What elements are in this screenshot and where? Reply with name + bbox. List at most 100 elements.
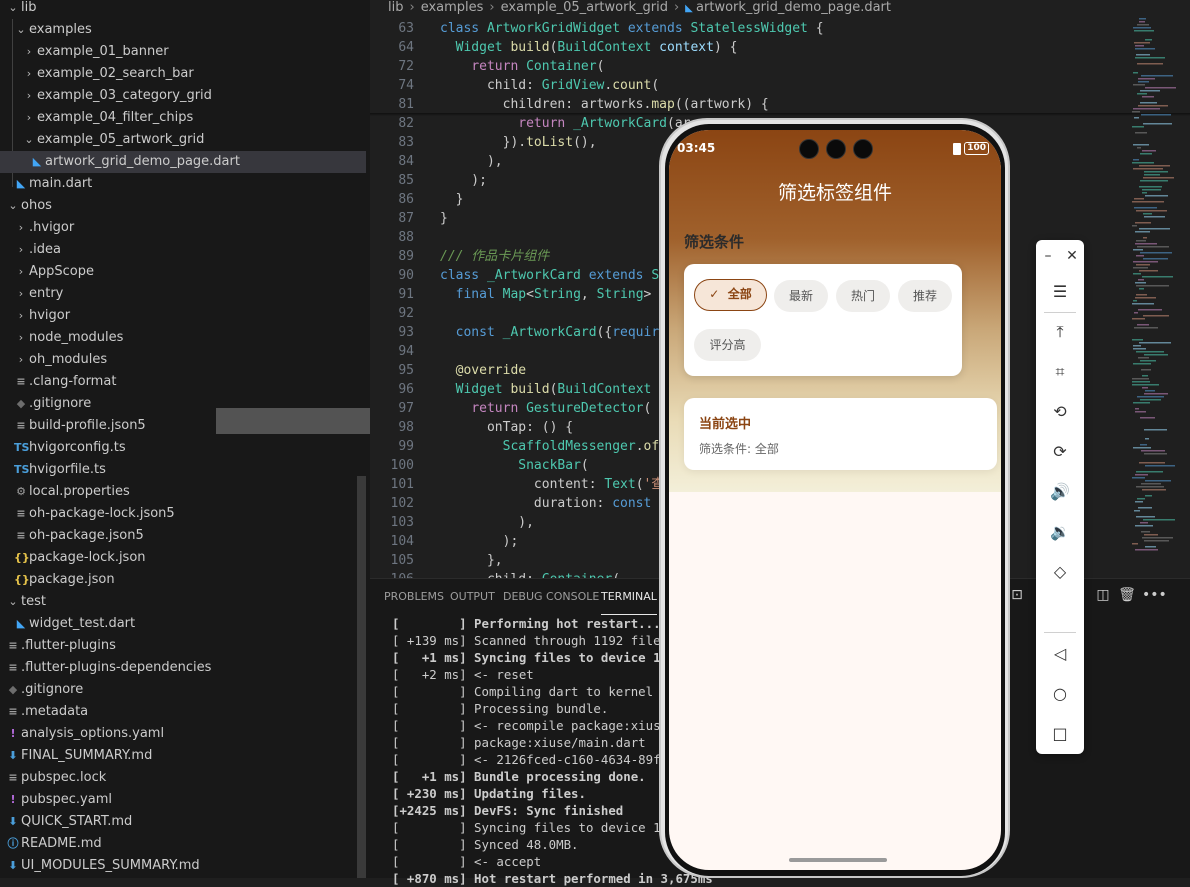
tree-file[interactable]: ≡ .metadata: [0, 701, 366, 723]
code-token: .: [635, 439, 644, 454]
rotate-left-icon[interactable]: ⟲: [1036, 400, 1084, 424]
phone-screen[interactable]: 03:45 100 筛选标签组件 筛选条件 ✓ 全部 最新 热门 推荐 评分高 …: [669, 130, 1001, 870]
more-icon[interactable]: •••: [1142, 587, 1167, 603]
tree-folder[interactable]: › node_modules: [0, 327, 366, 349]
tree-folder[interactable]: › example_03_category_grid: [0, 85, 366, 107]
code-token: of: [643, 439, 660, 454]
file-type-icon: ⬇: [8, 859, 18, 872]
panel-tab-problems[interactable]: PROBLEMS: [384, 579, 444, 615]
recents-icon[interactable]: □: [1036, 722, 1084, 746]
tree-file[interactable]: {} package.json: [0, 569, 366, 591]
tree-file[interactable]: ≡ oh-package.json5: [0, 525, 366, 547]
chip-top-rated[interactable]: 评分高: [694, 329, 761, 361]
panel-tab-debug-console[interactable]: DEBUG CONSOLE: [503, 579, 599, 615]
code-line[interactable]: 64 Widget build(BuildContext context) {: [370, 38, 1190, 57]
chip-latest[interactable]: 最新: [774, 280, 828, 312]
home-icon[interactable]: ○: [1036, 682, 1084, 706]
tree-folder[interactable]: ⌄ example_05_artwork_grid: [0, 129, 366, 151]
tree-folder[interactable]: › example_04_filter_chips: [0, 107, 366, 129]
tree-folder[interactable]: › AppScope: [0, 261, 366, 283]
tree-file[interactable]: {} package-lock.json: [0, 547, 366, 569]
tree-folder[interactable]: ⌄ test: [0, 591, 366, 613]
tree-folder[interactable]: › example_02_search_bar: [0, 63, 366, 85]
tree-item-label: entry: [29, 286, 64, 301]
tree-folder[interactable]: › .hvigor: [0, 217, 366, 239]
explorer-scrollbar[interactable]: [357, 476, 366, 878]
home-indicator[interactable]: [789, 858, 887, 862]
tree-folder[interactable]: › entry: [0, 283, 366, 305]
code-line[interactable]: 72 return Container(: [370, 57, 1190, 76]
chevron-right-icon: ›: [26, 67, 32, 80]
volume-down-icon[interactable]: 🔉: [1036, 520, 1084, 544]
volume-up-icon[interactable]: 🔊: [1036, 480, 1084, 504]
code-text: content: Text('查: [440, 475, 664, 494]
tree-folder[interactable]: ⌄ ohos: [0, 195, 366, 217]
breadcrumb-item[interactable]: example_05_artwork_grid: [501, 0, 668, 15]
tree-folder[interactable]: › oh_modules: [0, 349, 366, 371]
shake-icon[interactable]: ◇: [1036, 560, 1084, 584]
tree-file[interactable]: ! analysis_options.yaml: [0, 723, 366, 745]
tree-folder[interactable]: › example_01_banner: [0, 41, 366, 63]
tree-item-label: QUICK_START.md: [21, 814, 133, 829]
chip-recommend[interactable]: 推荐: [898, 280, 952, 312]
code-token: }: [440, 211, 448, 226]
chip-hot[interactable]: 热门: [836, 280, 890, 312]
tree-file[interactable]: ◆ .gitignore: [0, 679, 366, 701]
file-type-icon: ≡: [16, 419, 26, 432]
pin-top-icon[interactable]: ⤒: [1036, 320, 1084, 344]
line-number: 94: [398, 344, 414, 359]
tree-item-label: pubspec.lock: [21, 770, 107, 785]
tree-folder[interactable]: ⌄ lib: [0, 0, 366, 19]
tree-file[interactable]: ≡ .flutter-plugins-dependencies: [0, 657, 366, 679]
panel-tab-output[interactable]: OUTPUT: [450, 579, 495, 615]
code-text: class _ArtworkCard extends St: [440, 266, 667, 285]
code-text: return Container(: [440, 57, 604, 76]
tree-file[interactable]: ≡ .flutter-plugins: [0, 635, 366, 657]
tree-file[interactable]: ≡ oh-package-lock.json5: [0, 503, 366, 525]
back-icon[interactable]: ◁: [1036, 642, 1084, 666]
tree-folder[interactable]: › hvigor: [0, 305, 366, 327]
breadcrumb-item[interactable]: lib: [388, 0, 403, 15]
tree-file[interactable]: ⬇ UI_MODULES_SUMMARY.md: [0, 855, 366, 877]
terminal-icon[interactable]: ⊡: [1008, 587, 1026, 603]
code-line[interactable]: 81 children: artworks.map((artwork) {: [370, 95, 1190, 114]
code-text: }).toList(),: [440, 133, 597, 152]
result-title: 当前选中: [699, 417, 752, 432]
chip-all[interactable]: ✓ 全部: [694, 279, 767, 311]
tree-file[interactable]: ◣ widget_test.dart: [0, 613, 366, 635]
tree-file[interactable]: TS hvigorconfig.ts: [0, 437, 366, 459]
panel-tab-terminal[interactable]: TERMINAL: [601, 579, 657, 615]
tree-file[interactable]: ⓘ README.md: [0, 833, 366, 855]
tree-file[interactable]: ⬇ FINAL_SUMMARY.md: [0, 745, 366, 767]
code-token: final: [455, 287, 503, 302]
code-line[interactable]: 63 class ArtworkGridWidget extends Statel…: [370, 19, 1190, 38]
close-icon[interactable]: ✕: [1048, 244, 1096, 268]
tree-folder[interactable]: ⌄ examples: [0, 19, 366, 41]
code-text: Widget build(BuildContext c: [440, 380, 667, 399]
rotate-right-icon[interactable]: ⟳: [1036, 440, 1084, 464]
tree-file[interactable]: ≡ .clang-format: [0, 371, 366, 393]
tree-file[interactable]: ⬇ QUICK_START.md: [0, 811, 366, 833]
tree-folder[interactable]: › .idea: [0, 239, 366, 261]
breadcrumb-item[interactable]: artwork_grid_demo_page.dart: [696, 0, 891, 15]
menu-icon[interactable]: ☰: [1036, 280, 1084, 304]
tree-file[interactable]: ◣ main.dart: [0, 173, 366, 195]
tree-file[interactable]: ⚙ local.properties: [0, 481, 366, 503]
code-token: child:: [440, 78, 542, 93]
minimap[interactable]: [1130, 14, 1190, 554]
split-terminal-icon[interactable]: ◫: [1094, 587, 1112, 603]
tree-file[interactable]: ! pubspec.yaml: [0, 789, 366, 811]
breadcrumb-item[interactable]: examples: [421, 0, 484, 15]
tree-item-label: main.dart: [29, 176, 93, 191]
tree-file[interactable]: ≡ pubspec.lock: [0, 767, 366, 789]
tree-item-label: hvigorconfig.ts: [29, 440, 126, 455]
screenshot-crop-icon[interactable]: ⌗: [1036, 360, 1084, 384]
tree-file[interactable]: TS hvigorfile.ts: [0, 459, 366, 481]
code-token: content:: [440, 477, 605, 492]
filter-card: ✓ 全部 最新 热门 推荐 评分高: [684, 264, 962, 376]
code-token: String: [533, 287, 581, 302]
file-type-icon: TS: [14, 463, 30, 476]
tree-file[interactable]: ◣ artwork_grid_demo_page.dart: [0, 151, 366, 173]
trash-icon[interactable]: 🗑: [1118, 587, 1136, 603]
code-line[interactable]: 74 child: GridView.count(: [370, 76, 1190, 95]
